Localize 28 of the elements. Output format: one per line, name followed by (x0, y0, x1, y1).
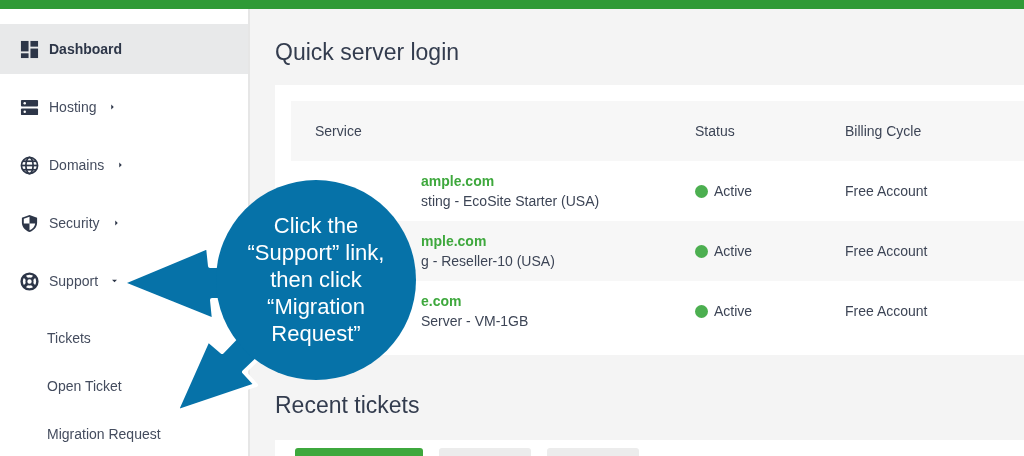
table-cell: Free Account (845, 183, 928, 199)
plan-text: Server - VM-1GB (421, 313, 530, 329)
sidebar-item[interactable]: Domains (0, 140, 132, 190)
column-header: Service (314, 123, 363, 139)
section-title: Quick server login (275, 39, 461, 67)
lifebuoy-icon (20, 271, 39, 291)
sidebar-item[interactable]: Dashboard (0, 24, 248, 74)
sidebar-item[interactable]: Support (0, 256, 126, 306)
submenu-item[interactable]: Tickets (0, 314, 97, 362)
table-cell: Free Account (845, 303, 928, 319)
globe-icon (20, 155, 39, 175)
sidebar-item[interactable]: Hosting (0, 82, 124, 132)
submenu-item[interactable]: Migration Request (0, 410, 167, 456)
dashboard-icon (20, 39, 39, 59)
section-title: Recent tickets (275, 392, 421, 420)
submenu-item[interactable]: Open Ticket (0, 362, 128, 410)
server-icon (20, 97, 39, 117)
column-header: Billing Cycle (845, 123, 922, 139)
table-cell: Free Account (845, 243, 928, 259)
status-text: Active (714, 183, 753, 199)
column-header: Status (695, 123, 736, 139)
status-text: Active (714, 243, 753, 259)
sidebar-item[interactable]: Security (0, 198, 127, 248)
status-text: Active (714, 303, 753, 319)
plan-text: sting - EcoSite Starter (USA) (421, 193, 601, 209)
shield-icon (20, 213, 39, 233)
plan-text: g - Reseller-10 (USA) (421, 253, 556, 269)
callout-text: Click the “Support” link, then click “Migration Request” (246, 212, 386, 347)
